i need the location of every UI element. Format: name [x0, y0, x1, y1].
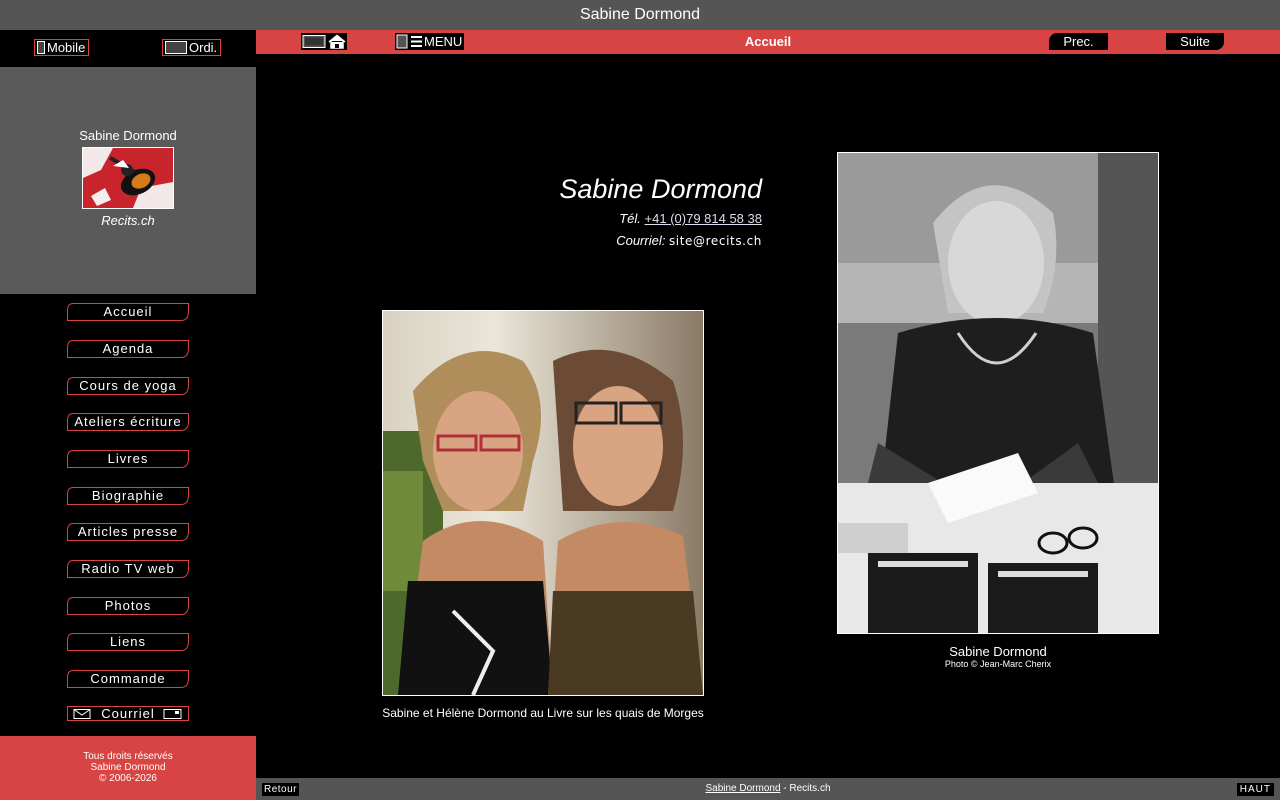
nav-cours-yoga[interactable]: Cours de yoga: [67, 377, 189, 395]
nav-ateliers[interactable]: Ateliers écriture: [67, 413, 189, 431]
nav-articles-presse[interactable]: Articles presse: [67, 523, 189, 541]
nav-livres[interactable]: Livres: [67, 450, 189, 468]
copyright-footer: Tous droits réservés Sabine Dormond © 20…: [0, 736, 256, 800]
copyright-line2: Sabine Dormond: [90, 762, 166, 773]
profile-name: Sabine Dormond: [79, 128, 177, 143]
nav-radio-tv[interactable]: Radio TV web: [67, 560, 189, 578]
prev-label: Prec.: [1063, 34, 1094, 49]
nav-agenda[interactable]: Agenda: [67, 340, 189, 358]
window-title: Sabine Dormond: [0, 0, 1280, 30]
bottom-site-suffix: - Recits.ch: [780, 783, 831, 794]
phone-label: Tél.: [619, 211, 641, 226]
main-content: Sabine Dormond Tél. +41 (0)79 814 58 38 …: [256, 54, 1280, 778]
photo-signing-caption: Sabine Dormond: [949, 644, 1047, 659]
menu-button[interactable]: MENU: [395, 33, 464, 50]
phone-link[interactable]: +41 (0)79 814 58 38: [645, 211, 762, 226]
nav-photos-label: Photos: [104, 598, 152, 613]
email-address: site@recits.ch: [668, 234, 762, 248]
monitor-icon: [165, 41, 187, 54]
nav-agenda-label: Agenda: [102, 341, 154, 356]
home-icon: [302, 34, 346, 49]
top-nav-bar: MENU Accueil Prec. Suite: [256, 30, 1280, 54]
contact-phone: Tél. +41 (0)79 814 58 38: [619, 211, 762, 226]
nav-livres-label: Livres: [107, 451, 149, 466]
desktop-view-button[interactable]: Ordi.: [162, 39, 222, 56]
photo-sisters-caption: Sabine et Hélène Dormond au Livre sur le…: [382, 706, 704, 720]
profile-panel: Sabine Dormond Recits.ch: [0, 67, 256, 294]
photo-sisters-image: [383, 311, 703, 695]
mode-switch: Mobile Ordi.: [0, 30, 256, 67]
guitar-logo-icon: [83, 148, 173, 208]
nav-accueil[interactable]: Accueil: [67, 303, 189, 321]
nav-photos[interactable]: Photos: [67, 597, 189, 615]
nav-commande[interactable]: Commande: [67, 670, 189, 688]
nav-liens-label: Liens: [109, 634, 147, 649]
nav-biographie-label: Biographie: [91, 488, 165, 503]
email-label: Courriel:: [616, 233, 666, 248]
nav-biographie[interactable]: Biographie: [67, 487, 189, 505]
bottom-bar: Retour Sabine Dormond - Recits.ch HAUT: [256, 778, 1280, 800]
next-button[interactable]: Suite: [1166, 33, 1224, 50]
nav-commande-label: Commande: [90, 671, 166, 686]
photo-signing-image: [838, 153, 1158, 633]
contact-name: Sabine Dormond: [559, 174, 762, 204]
nav-liens[interactable]: Liens: [67, 633, 189, 651]
phone-icon: [37, 41, 45, 54]
copyright-line1: Tous droits réservés: [83, 751, 173, 762]
profile-logo[interactable]: [82, 147, 174, 209]
mobile-view-label: Mobile: [47, 40, 86, 55]
nav-articles-presse-label: Articles presse: [77, 524, 179, 539]
menu-icon: [396, 34, 422, 49]
profile-site: Recits.ch: [101, 213, 155, 228]
main-nav: Accueil Agenda Cours de yoga Ateliers éc…: [0, 294, 256, 736]
back-to-top-button[interactable]: HAUT: [1236, 783, 1274, 796]
home-link[interactable]: Sabine Dormond: [705, 783, 780, 794]
nav-accueil-label: Accueil: [103, 304, 153, 319]
contact-email: Courriel: site@recits.ch: [616, 233, 762, 248]
photo-signing: [837, 152, 1159, 634]
photo-credit: Photo © Jean-Marc Cherix: [944, 659, 1052, 669]
nav-courriel-label: Courriel: [101, 706, 155, 721]
copyright-line3: © 2006-2026: [99, 773, 157, 784]
next-label: Suite: [1180, 34, 1210, 49]
page-title: Accueil: [744, 34, 792, 49]
bottom-credit: Sabine Dormond - Recits.ch: [606, 778, 930, 800]
mobile-view-button[interactable]: Mobile: [34, 39, 90, 56]
home-button[interactable]: [301, 33, 347, 50]
nav-radio-tv-label: Radio TV web: [81, 561, 175, 576]
desktop-view-label: Ordi.: [189, 40, 218, 55]
nav-ateliers-label: Ateliers écriture: [74, 414, 182, 429]
menu-label: MENU: [424, 34, 463, 49]
prev-button[interactable]: Prec.: [1049, 33, 1108, 50]
nav-cours-yoga-label: Cours de yoga: [79, 378, 177, 393]
nav-courriel[interactable]: Courriel: [67, 706, 189, 722]
photo-sisters: [382, 310, 704, 696]
back-button[interactable]: Retour: [262, 783, 300, 796]
